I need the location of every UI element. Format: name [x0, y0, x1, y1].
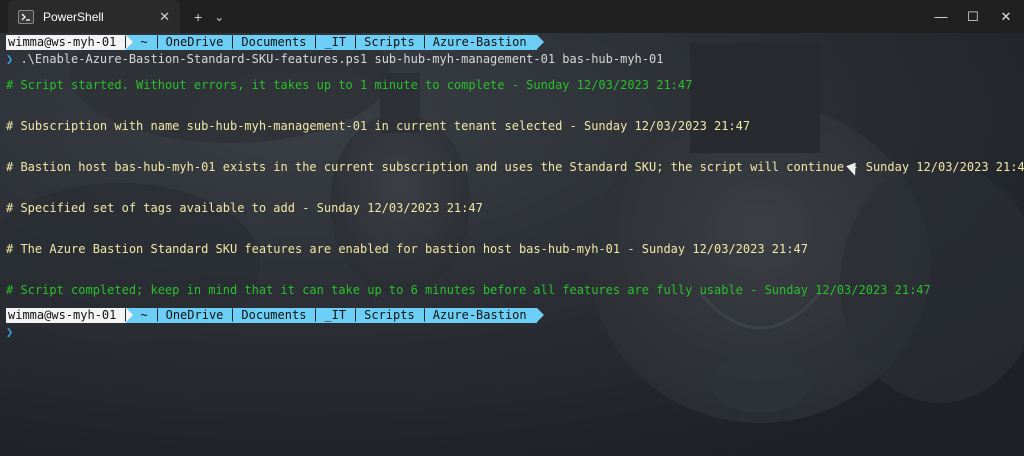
prompt-user: wimma@ws-myh-01 — [6, 35, 134, 50]
output-line: # The Azure Bastion Standard SKU feature… — [6, 242, 808, 256]
output-line: # Script completed; keep in mind that it… — [6, 283, 931, 297]
prompt-chevron-icon: ❯ — [6, 325, 14, 339]
prompt-user: wimma@ws-myh-01 — [6, 308, 134, 323]
prompt-path-segment: OneDrive — [156, 308, 241, 323]
prompt-line: wimma@ws-myh-01 ~ OneDrive Documents _IT… — [6, 35, 1024, 50]
command-line[interactable]: ❯ — [6, 323, 1024, 341]
tab-powershell[interactable]: PowerShell ✕ — [8, 0, 180, 33]
maximize-button[interactable]: ☐ — [955, 0, 991, 33]
prompt-path-segment: Scripts — [355, 308, 432, 323]
tab-close-icon[interactable]: ✕ — [159, 9, 170, 25]
prompt-path-segment: Documents — [232, 35, 324, 50]
close-button[interactable]: ✕ — [988, 0, 1024, 33]
terminal-content[interactable]: wimma@ws-myh-01 ~ OneDrive Documents _IT… — [6, 35, 1024, 341]
output-line: # Bastion host bas-hub-myh-01 exists in … — [6, 160, 1024, 174]
prompt-path-segment: OneDrive — [156, 35, 241, 50]
prompt-path-segment: Documents — [232, 308, 324, 323]
new-tab-button[interactable]: + — [194, 9, 202, 25]
prompt-path-segment: Azure-Bastion — [423, 35, 544, 50]
tab-dropdown-icon[interactable]: ⌄ — [214, 10, 224, 24]
output-line: # Script started. Without errors, it tak… — [6, 78, 693, 92]
prompt-path-segment: Scripts — [355, 35, 432, 50]
prompt-path-segment: Azure-Bastion — [423, 308, 544, 323]
tab-title: PowerShell — [43, 9, 104, 24]
title-bar: PowerShell ✕ + ⌄ — ☐ ✕ — [0, 0, 1024, 33]
terminal-window: PowerShell ✕ + ⌄ — ☐ ✕ wimma@ws-myh-01 ~… — [0, 0, 1024, 456]
prompt-line: wimma@ws-myh-01 ~ OneDrive Documents _IT… — [6, 308, 1024, 323]
powershell-icon — [18, 9, 34, 24]
command-line: ❯ .\Enable-Azure-Bastion-Standard-SKU-fe… — [6, 50, 1024, 68]
minimize-button[interactable]: — — [923, 0, 959, 33]
output-line: # Subscription with name sub-hub-myh-man… — [6, 119, 751, 133]
output-line: # Specified set of tags available to add… — [6, 201, 483, 215]
command-text: .\Enable-Azure-Bastion-Standard-SKU-feat… — [13, 52, 664, 66]
